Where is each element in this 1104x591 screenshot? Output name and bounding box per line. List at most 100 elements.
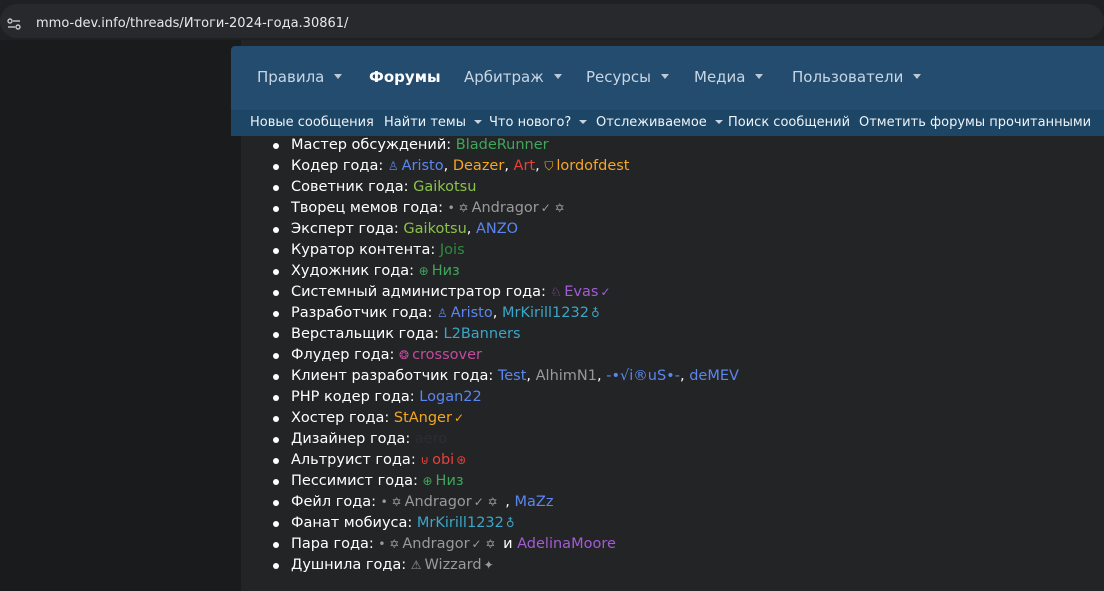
subnav-tab-4[interactable]: Поиск сообщений [728, 115, 850, 130]
subnav-tab-2[interactable]: Что нового? [489, 115, 588, 130]
subnav-tab-label: Отслеживаемое [596, 115, 707, 130]
award-title: Пара года: [291, 536, 374, 552]
award-title: Хостер года: [291, 410, 390, 426]
separator: , [500, 494, 515, 510]
bullet-icon [273, 332, 279, 338]
username-link[interactable]: ANZO [476, 221, 518, 237]
username-link[interactable]: Art [514, 158, 536, 174]
award-line: Эксперт года: Gaikotsu, ANZO [291, 219, 518, 240]
award-title: Эксперт года: [291, 221, 399, 237]
bullet-icon [273, 248, 279, 254]
username: Wizzard [424, 557, 482, 573]
award-title: Советник года: [291, 179, 409, 195]
site-settings-icon[interactable] [6, 16, 22, 32]
award-title: Куратор контента: [291, 242, 436, 258]
username-link[interactable]: BladeRunner [456, 137, 549, 153]
award-title: Дизайнер года: [291, 431, 411, 447]
user-badge-icon: ⊕ [418, 264, 429, 278]
username: MaZz [514, 494, 554, 510]
username-link[interactable]: deMEV [689, 368, 739, 384]
nav-tab-2[interactable]: Арбитраж [464, 68, 562, 86]
username-link[interactable]: Deazer [453, 158, 504, 174]
browser-address-bar: mmo-dev.info/threads/Итоги-2024-года.308… [0, 0, 1104, 40]
username: Aristo [450, 305, 493, 321]
username-link[interactable]: ♘ Evas ✓ [551, 284, 614, 300]
subnav-tab-3[interactable]: Отслеживаемое [596, 115, 723, 130]
nav-tab-label: Арбитраж [464, 68, 544, 86]
username: AdelinaMoore [517, 536, 616, 552]
award-title: Художник года: [291, 263, 415, 279]
username: crossover [412, 347, 482, 363]
award-line: Мастер обсуждений: BladeRunner [291, 135, 549, 156]
separator: , [597, 368, 607, 384]
username-link[interactable]: MaZz [515, 494, 554, 510]
bullet-icon [273, 500, 279, 506]
username-link[interactable]: L2Banners [444, 326, 521, 342]
bullet-icon [273, 143, 279, 149]
username-link[interactable]: ⊍ obi ⊛ [420, 452, 469, 468]
subnav-tab-5[interactable]: Отметить форумы прочитанными [859, 115, 1091, 130]
separator: , [535, 158, 545, 174]
bullet-icon [273, 374, 279, 380]
username: StAnger [393, 410, 452, 426]
username-link[interactable]: • ✡ Andragor ✓ ✡ [381, 494, 501, 510]
url-path: /threads/Итоги-2024-года.30861/ [125, 16, 349, 31]
nav-tab-4[interactable]: Медиа [694, 68, 764, 86]
award-line: Художник года: ⊕ Низ [291, 261, 460, 282]
chevron-down-icon [755, 74, 764, 79]
url-field[interactable]: mmo-dev.info/threads/Итоги-2024-года.308… [0, 4, 1104, 38]
username-link[interactable]: AdelinaMoore [517, 536, 616, 552]
username-link[interactable]: • ✡ Andragor ✓ ✡ [378, 536, 498, 552]
chevron-down-icon [661, 74, 670, 79]
username-link[interactable]: AlhimN1 [536, 368, 597, 384]
username: Deazer [452, 158, 505, 174]
nav-tab-0[interactable]: Правила [257, 68, 343, 86]
username-link[interactable]: ♙ Aristo [388, 158, 444, 174]
username-link[interactable]: MrKirill1232 ♁ [417, 515, 518, 531]
username-link[interactable]: ❂ crossover [399, 347, 482, 363]
separator: и [498, 536, 518, 552]
username-link[interactable]: aero [415, 431, 447, 447]
username-link[interactable]: ⊕ Низ [419, 263, 460, 279]
user-badge-icon: ⚠ [410, 558, 422, 572]
nav-tab-3[interactable]: Ресурсы [586, 68, 670, 86]
subnav-tab-1[interactable]: Найти темы [384, 115, 482, 130]
chevron-down-icon [474, 119, 482, 124]
url-text[interactable]: mmo-dev.info/threads/Итоги-2024-года.308… [36, 16, 348, 31]
username-link[interactable]: ⊕ Низ [422, 473, 463, 489]
award-title: Флудер года: [291, 347, 395, 363]
username-link[interactable]: • ✡ Andragor ✓ ✡ [448, 200, 568, 216]
award-line: Системный администратор года: ♘ Evas ✓ [291, 282, 614, 303]
separator: , [526, 368, 536, 384]
bullet-icon [273, 521, 279, 527]
nav-tab-label: Медиа [694, 68, 746, 86]
username-link[interactable]: Logan22 [419, 389, 481, 405]
username-link[interactable]: ⛉ lordofdest [544, 158, 629, 174]
username: aero [414, 431, 448, 447]
username-link[interactable]: Gaikotsu [403, 221, 466, 237]
award-title: Системный администратор года: [291, 284, 546, 300]
username-link[interactable]: Gaikotsu [413, 179, 476, 195]
award-title: PHP кодер года: [291, 389, 415, 405]
award-line: Фейл года: • ✡ Andragor ✓ ✡ , MaZz [291, 492, 553, 513]
username-link[interactable]: ♙ Aristo [437, 305, 493, 321]
username-link[interactable]: Test [498, 368, 527, 384]
subnav-tab-0[interactable]: Новые сообщения [250, 115, 374, 130]
nav-tab-1[interactable]: Форумы [369, 68, 441, 86]
award-title: Творец мемов года: [291, 200, 443, 216]
username: Gaikotsu [413, 179, 477, 195]
user-badge-icon: ♙ [387, 159, 399, 173]
bullet-icon [273, 395, 279, 401]
nav-tab-5[interactable]: Пользователи [792, 68, 922, 86]
award-line: Верстальщик года: L2Banners [291, 324, 521, 345]
user-badge-icon: • ✡ [378, 537, 400, 551]
username-link[interactable]: -•√i®uS•- [606, 368, 680, 384]
username-link[interactable]: Jois [440, 242, 465, 258]
username: Art [513, 158, 536, 174]
award-title: Фанат мобиуса: [291, 515, 413, 531]
username-link[interactable]: ⚠ Wizzard ✦ [411, 557, 497, 573]
chevron-down-icon [553, 74, 562, 79]
bullet-icon [273, 437, 279, 443]
username-link[interactable]: MrKirill1232 ♁ [502, 305, 603, 321]
username-link[interactable]: StAnger ✓ [394, 410, 467, 426]
